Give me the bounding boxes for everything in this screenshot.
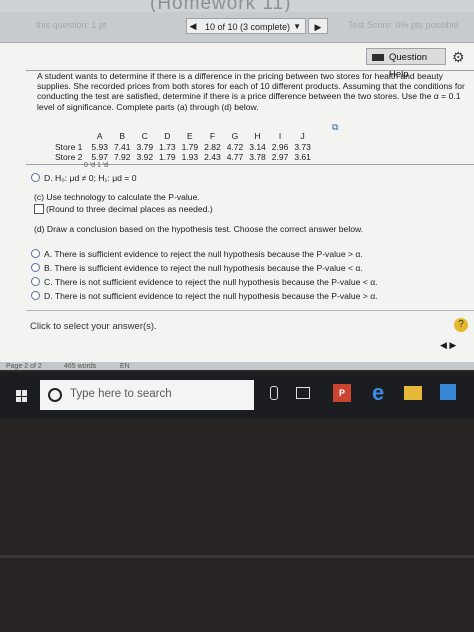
table-header-cell: F <box>209 131 216 142</box>
radio-button[interactable] <box>31 173 40 182</box>
task-view-icon[interactable] <box>296 387 310 399</box>
table-row: Store 2 5.97 7.92 3.92 1.79 1.93 2.43 4.… <box>52 152 314 163</box>
table-header-cell: G <box>231 131 239 142</box>
table-cell: 3.79 <box>136 141 154 152</box>
radio-button[interactable] <box>31 291 40 300</box>
copy-data-icon[interactable]: ⧉ <box>332 122 338 133</box>
row-label: Store 1 <box>55 141 83 152</box>
price-data-table: A B C D E F G H I J Store 1 5.93 7.41 3.… <box>52 131 314 163</box>
choice-label: B. There is sufficient evidence to rejec… <box>44 263 363 273</box>
word-count: 465 words <box>64 363 97 370</box>
table-cell: 3.14 <box>249 141 266 152</box>
table-header-cell: D <box>164 131 171 142</box>
table-cell: 1.73 <box>159 141 176 152</box>
table-cell: 4.77 <box>226 152 244 163</box>
row-label: Store 2 <box>55 152 83 163</box>
help-book-icon <box>372 54 384 61</box>
table-cell: 7.92 <box>113 152 131 163</box>
table-cell: 7.41 <box>113 141 131 152</box>
radio-button[interactable] <box>31 277 40 286</box>
progress-label: 10 of 10 (3 complete) <box>205 22 291 32</box>
laptop-body <box>0 418 474 632</box>
p-value-input[interactable] <box>34 204 44 214</box>
next-question-button[interactable]: ▶ <box>308 18 328 34</box>
table-header-cell: A <box>96 131 103 142</box>
table-cell: 3.78 <box>249 152 266 163</box>
select-answer-prompt: Click to select your answer(s). <box>30 321 157 332</box>
mymathlab-screen: this question: 1 pt 10 of 10 (3 complete… <box>0 12 474 370</box>
hypothesis-option-d[interactable]: D. H₀: μd ≠ 0; H₁: μd = 0 <box>31 173 137 183</box>
taskbar-search-input[interactable]: Type here to search <box>40 380 254 410</box>
table-cell: 3.61 <box>294 152 311 163</box>
table-header-cell: E <box>187 131 193 142</box>
radio-button[interactable] <box>31 263 40 272</box>
conclusion-choice-c[interactable]: C. There is not sufficient evidence to r… <box>31 277 378 287</box>
page-count: Page 2 of 2 <box>6 363 42 370</box>
table-cell: 2.82 <box>204 141 221 152</box>
conclusion-choice-b[interactable]: B. There is sufficient evidence to rejec… <box>31 263 363 273</box>
table-cell: 2.97 <box>271 152 289 163</box>
windows-start-icon[interactable] <box>16 390 28 402</box>
table-header-cell: B <box>119 131 126 142</box>
test-score-label: Test Score: 0% pts possible <box>348 20 459 30</box>
question-progress-dropdown[interactable]: 10 of 10 (3 complete) ▼ <box>186 18 306 34</box>
table-cell: 4.72 <box>226 141 244 152</box>
option-label: D. H₀: μd ≠ 0; H₁: μd = 0 <box>44 173 137 183</box>
clipped-text-fragment: 0 ′d 1 ′d <box>84 162 109 169</box>
table-cell: 5.93 <box>91 141 108 152</box>
divider <box>26 310 474 311</box>
table-cell: 1.93 <box>181 152 199 163</box>
table-header-cell: C <box>141 131 148 142</box>
choice-label: C. There is not sufficient evidence to r… <box>44 277 378 287</box>
table-header-cell: H <box>254 131 261 142</box>
microphone-icon[interactable] <box>270 386 278 400</box>
table-header-cell: I <box>278 131 282 142</box>
file-explorer-icon[interactable] <box>404 386 422 400</box>
table-row: Store 1 5.93 7.41 3.79 1.73 1.79 2.82 4.… <box>52 142 314 153</box>
help-icon[interactable]: ? <box>454 318 468 332</box>
previous-question-button[interactable]: ◀ <box>186 18 200 34</box>
table-header-cell <box>52 131 88 142</box>
question-help-button[interactable]: Question Help <box>366 48 446 80</box>
radio-button[interactable] <box>31 249 40 258</box>
part-c-prompt: (c) Use technology to calculate the P-va… <box>34 192 200 202</box>
rounding-note: (Round to three decimal places as needed… <box>46 204 213 214</box>
part-d-prompt: (d) Draw a conclusion based on the hypot… <box>34 224 364 234</box>
table-cell: 2.43 <box>204 152 221 163</box>
table-cell: 1.79 <box>181 141 199 152</box>
problem-statement: A student wants to determine if there is… <box>37 71 465 112</box>
question-toolbar: this question: 1 pt 10 of 10 (3 complete… <box>0 12 474 43</box>
chevron-down-icon: ▼ <box>293 22 301 31</box>
store-icon[interactable] <box>440 384 456 400</box>
table-cell: 5.97 <box>91 152 108 163</box>
choice-label: D. There is not sufficient evidence to r… <box>44 291 378 301</box>
windows-taskbar: Type here to search P e <box>0 372 474 418</box>
laptop-hinge <box>0 555 474 558</box>
language-indicator: EN <box>120 363 130 370</box>
powerpoint-icon[interactable]: P <box>333 384 351 402</box>
table-cell: 1.79 <box>159 152 176 163</box>
table-header-cell: J <box>300 131 305 142</box>
question-nav-arrows[interactable]: ◀ ▶ <box>440 340 456 351</box>
search-placeholder: Type here to search <box>70 388 172 400</box>
table-cell: 3.73 <box>294 141 311 152</box>
conclusion-choice-a[interactable]: A. There is sufficient evidence to rejec… <box>31 249 363 259</box>
table-header-row: A B C D E F G H I J <box>52 131 314 142</box>
word-statusbar: Page 2 of 2 465 words EN <box>0 362 474 370</box>
table-cell: 3.92 <box>136 152 154 163</box>
edge-browser-icon[interactable]: e <box>372 380 384 406</box>
question-score-label: this question: 1 pt <box>36 20 107 30</box>
table-cell: 2.96 <box>271 141 289 152</box>
cortana-icon <box>48 388 62 402</box>
gear-icon[interactable]: ⚙ <box>452 49 465 66</box>
conclusion-choice-d[interactable]: D. There is not sufficient evidence to r… <box>31 291 378 301</box>
choice-label: A. There is sufficient evidence to rejec… <box>44 249 363 259</box>
